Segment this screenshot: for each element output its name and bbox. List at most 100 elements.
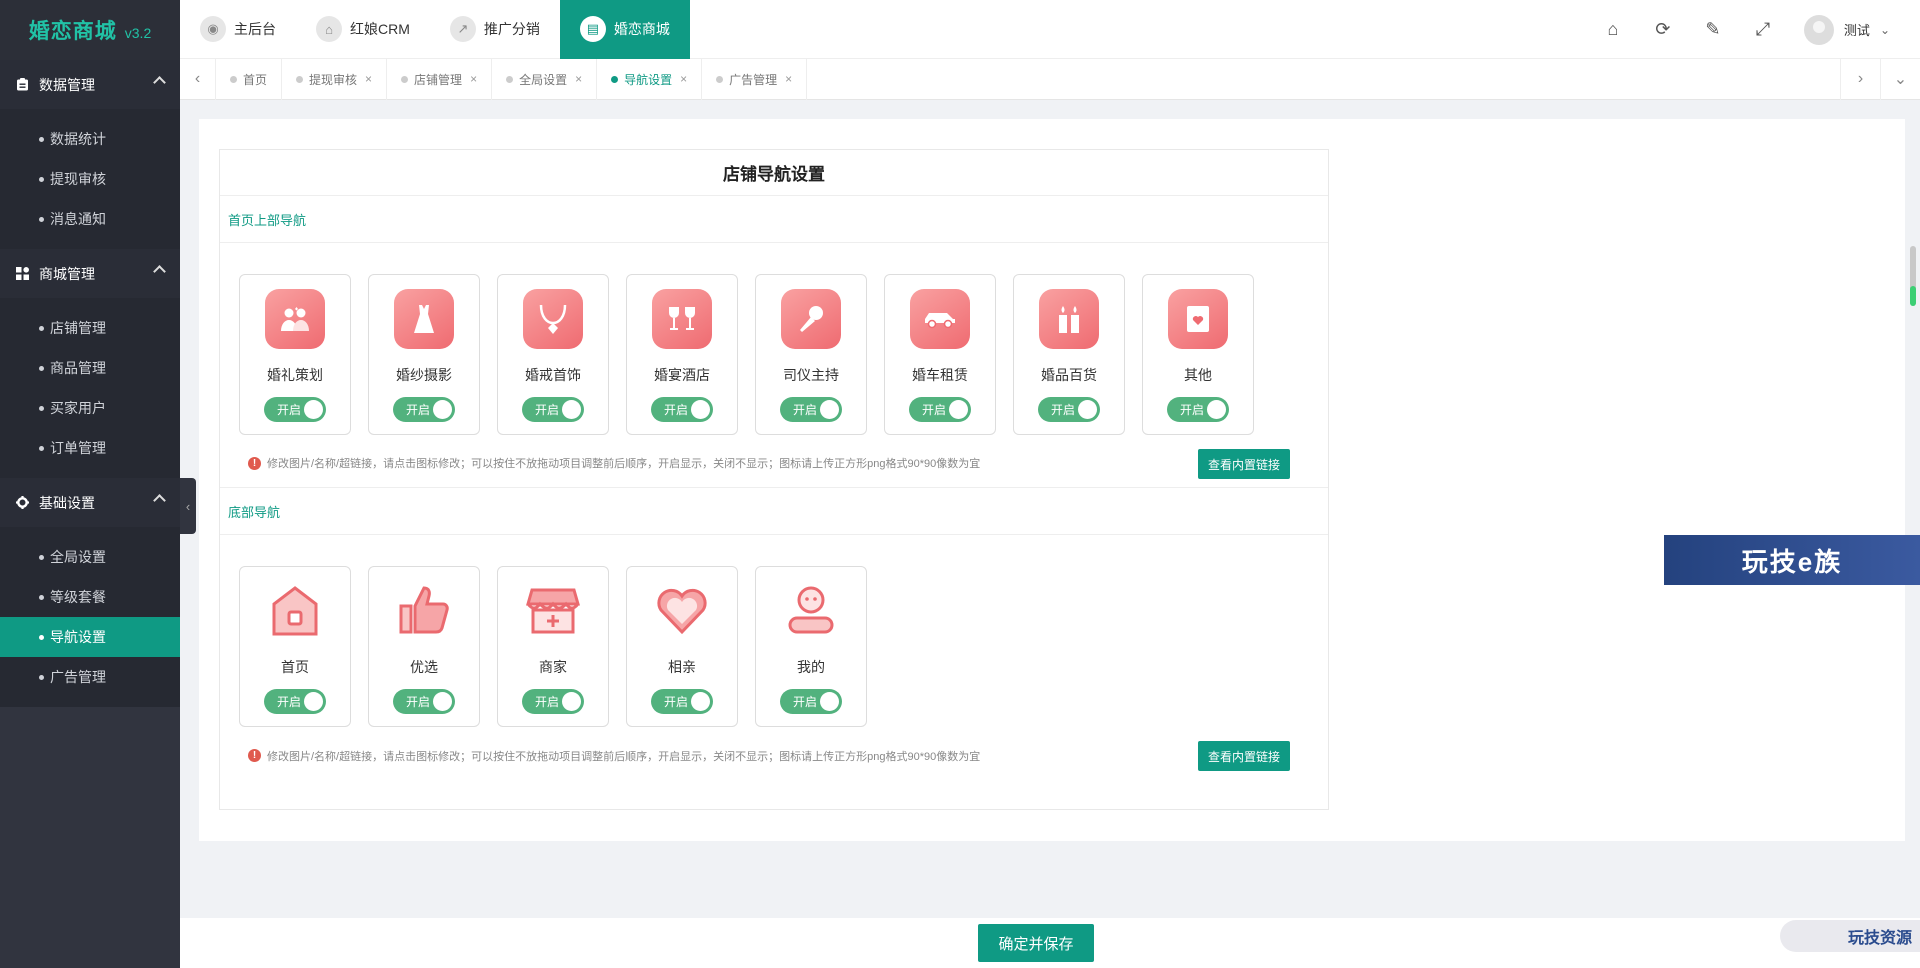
enable-toggle[interactable]: 开启 — [651, 689, 713, 714]
tab-global[interactable]: 全局设置 × — [492, 58, 598, 100]
tabs-scroll-right-icon[interactable]: › — [1840, 58, 1880, 100]
enable-toggle[interactable]: 开启 — [780, 397, 842, 422]
nav-card-name: 首页 — [281, 659, 309, 675]
nav-card-merchant[interactable]: 商家 开启 — [497, 566, 609, 727]
thumbs-up-icon — [394, 581, 454, 641]
nav-card-jewelry[interactable]: 婚戒首饰 开启 — [497, 274, 609, 435]
topnav-main[interactable]: ◉ 主后台 — [180, 0, 296, 59]
section-title-top: 首页上部导航 — [220, 196, 1328, 243]
sidebar-item-stats[interactable]: 数据统计 — [0, 119, 180, 159]
nav-card-banquet-hotel[interactable]: 婚宴酒店 开启 — [626, 274, 738, 435]
user-menu[interactable]: 测试 ⌄ — [1788, 14, 1920, 45]
tab-home[interactable]: 首页 — [216, 58, 283, 100]
sidebar-item-global[interactable]: 全局设置 — [0, 537, 180, 577]
bottom-action-bar: 确定并保存 — [180, 918, 1920, 968]
logo[interactable]: 婚恋商城 v3.2 — [0, 0, 180, 60]
sidebar-item-levels[interactable]: 等级套餐 — [0, 577, 180, 617]
menu-group-settings[interactable]: 基础设置 — [0, 478, 180, 527]
close-icon[interactable]: × — [470, 72, 477, 86]
chevron-up-icon — [153, 76, 166, 89]
chart-icon: ↗ — [449, 16, 476, 42]
tab-ads[interactable]: 广告管理 × — [702, 58, 808, 100]
nav-card-name: 婚宴酒店 — [654, 367, 710, 383]
enable-toggle[interactable]: 开启 — [1167, 397, 1229, 422]
home-icon[interactable]: ⌂ — [1588, 0, 1638, 59]
sidebar-item-withdraw[interactable]: 提现审核 — [0, 159, 180, 199]
avatar — [1803, 14, 1834, 45]
nav-card-name: 婚品百货 — [1041, 367, 1097, 383]
topnav-mall[interactable]: ▤ 婚恋商城 — [559, 0, 690, 59]
tabs-scroll-left-icon[interactable]: ‹ — [180, 58, 216, 100]
sidebar: 婚恋商城 v3.2 数据管理 数据统计 提现审核 消息通知 商城管理 店铺管理 … — [0, 0, 180, 968]
menu-group-mall[interactable]: 商城管理 — [0, 249, 180, 298]
nav-card-home[interactable]: 首页 开启 — [239, 566, 351, 727]
dress-icon — [394, 289, 454, 349]
topnav-crm[interactable]: ⌂ 红娘CRM — [296, 0, 430, 59]
save-button[interactable]: 确定并保存 — [978, 924, 1094, 962]
nav-card-other[interactable]: 其他 开启 — [1142, 274, 1254, 435]
sidebar-item-nav[interactable]: 导航设置 — [0, 617, 180, 657]
tab-nav[interactable]: 导航设置 × — [597, 58, 703, 100]
close-icon[interactable]: × — [680, 72, 687, 86]
card-heart-icon — [1168, 289, 1228, 349]
watermark-banner: 玩技e族 — [1664, 535, 1920, 585]
close-icon[interactable]: × — [365, 72, 372, 86]
enable-toggle[interactable]: 开启 — [1038, 397, 1100, 422]
sidebar-item-shop[interactable]: 店铺管理 — [0, 308, 180, 348]
enable-toggle[interactable]: 开启 — [264, 397, 326, 422]
car-icon — [910, 289, 970, 349]
sidebar-item-buyers[interactable]: 买家用户 — [0, 388, 180, 428]
sidebar-item-orders[interactable]: 订单管理 — [0, 428, 180, 468]
enable-toggle[interactable]: 开启 — [651, 397, 713, 422]
nav-card-name: 商家 — [539, 659, 567, 675]
nav-card-name: 相亲 — [668, 659, 696, 675]
view-links-button[interactable]: 查看内置链接 — [1197, 741, 1290, 771]
clear-cache-icon[interactable]: ✎ — [1688, 0, 1738, 59]
tab-shop[interactable]: 店铺管理 × — [387, 58, 493, 100]
menu-group-title: 基础设置 — [39, 494, 95, 511]
top-nav: ◉ 主后台 ⌂ 红娘CRM ↗ 推广分销 ▤ 婚恋商城 ⌂ ⟳ ✎ ⤢ 测试 ⌄ — [180, 0, 1920, 59]
view-links-button[interactable]: 查看内置链接 — [1197, 449, 1290, 479]
enable-toggle[interactable]: 开启 — [909, 397, 971, 422]
couple-icon — [265, 289, 325, 349]
nav-card-wedding-photo[interactable]: 婚纱摄影 开启 — [368, 274, 480, 435]
nav-card-wedding-goods[interactable]: 婚品百货 开启 — [1013, 274, 1125, 435]
close-icon[interactable]: × — [785, 72, 792, 86]
enable-toggle[interactable]: 开启 — [522, 689, 584, 714]
sidebar-collapse-button[interactable]: ‹ — [180, 478, 196, 534]
sidebar-item-goods[interactable]: 商品管理 — [0, 348, 180, 388]
enable-toggle[interactable]: 开启 — [522, 397, 584, 422]
enable-toggle[interactable]: 开启 — [393, 397, 455, 422]
watermark-corner: 玩技资源 — [1780, 920, 1920, 952]
nav-card-host[interactable]: 司仪主持 开启 — [755, 274, 867, 435]
nav-card-blind-date[interactable]: 相亲 开启 — [626, 566, 738, 727]
fullscreen-icon[interactable]: ⤢ — [1738, 0, 1788, 59]
bottom-nav-items: 首页 开启 优选 开启 商家 开启 相亲 开启 我的 开启 — [220, 535, 1328, 731]
sidebar-item-notify[interactable]: 消息通知 — [0, 199, 180, 239]
menu-group-data[interactable]: 数据管理 — [0, 60, 180, 109]
page-scrollbar[interactable] — [1910, 246, 1916, 306]
microphone-icon — [781, 289, 841, 349]
heart-icon — [652, 581, 712, 641]
topnav-promo[interactable]: ↗ 推广分销 — [430, 0, 560, 59]
nav-card-wedding-planning[interactable]: 婚礼策划 开启 — [239, 274, 351, 435]
enable-toggle[interactable]: 开启 — [393, 689, 455, 714]
enable-toggle[interactable]: 开启 — [264, 689, 326, 714]
nav-card-name: 婚戒首饰 — [525, 367, 581, 383]
sidebar-item-ads[interactable]: 广告管理 — [0, 657, 180, 697]
close-icon[interactable]: × — [575, 72, 582, 86]
nav-card-featured[interactable]: 优选 开启 — [368, 566, 480, 727]
chevron-down-icon[interactable]: ⌄ — [1880, 58, 1920, 100]
nav-card-mine[interactable]: 我的 开启 — [755, 566, 867, 727]
refresh-icon[interactable]: ⟳ — [1638, 0, 1688, 59]
home-icon — [265, 581, 325, 641]
nav-card-car-rental[interactable]: 婚车租赁 开启 — [884, 274, 996, 435]
logo-name: 婚恋商城 — [28, 20, 117, 43]
menu-group-title: 数据管理 — [39, 76, 95, 93]
enable-toggle[interactable]: 开启 — [780, 689, 842, 714]
home-icon: ⌂ — [316, 16, 342, 42]
main-content: 店铺导航设置 首页上部导航 婚礼策划 开启 婚纱摄影 开启 婚戒首饰 开启 婚宴… — [199, 119, 1905, 841]
tab-withdraw[interactable]: 提现审核 × — [282, 58, 388, 100]
chevron-up-icon — [153, 265, 166, 278]
dashboard-icon: ◉ — [200, 16, 226, 42]
